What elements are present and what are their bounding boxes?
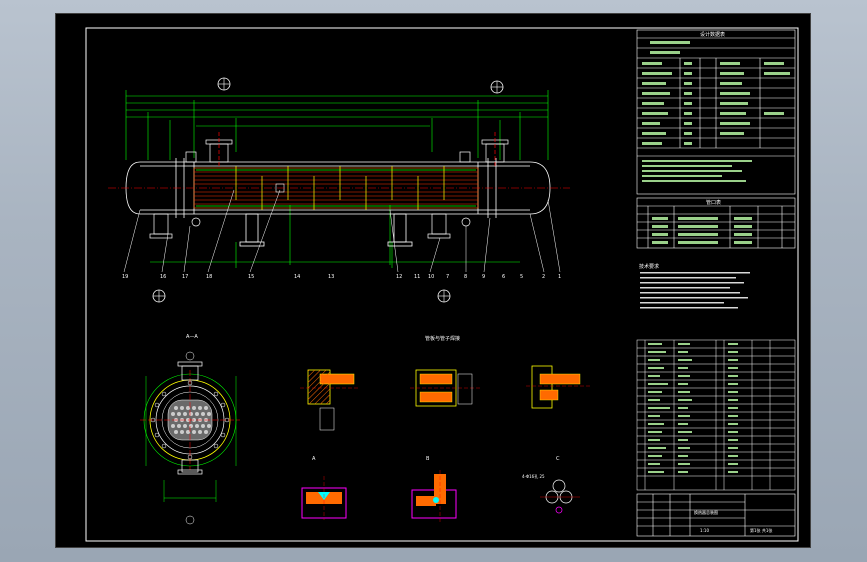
weld-detail-b [411, 470, 457, 522]
part-balloon: 5 [520, 274, 523, 280]
part-balloon: 6 [502, 274, 505, 280]
part-balloon: 9 [482, 274, 485, 280]
part-balloon: 15 [248, 274, 254, 280]
part-balloon: 2 [542, 274, 545, 280]
detail-joint-title: 管板与管子焊接 [425, 335, 460, 342]
part-balloon: 16 [160, 274, 166, 280]
bottom-nozzles [149, 213, 471, 239]
section-view: A—A [140, 334, 240, 525]
nozzle-table-cells [652, 217, 752, 244]
part-balloon: 11 [414, 274, 420, 280]
bottom-dimensions [150, 205, 520, 268]
weld-detail-a [301, 476, 347, 520]
detail-2 [410, 369, 480, 407]
section-markers [152, 77, 504, 303]
parts-list [636, 339, 796, 491]
detail-a-title: A [312, 456, 316, 462]
part-balloon: 17 [182, 274, 188, 280]
section-title: A—A [186, 334, 198, 340]
tech-notes-lines [640, 272, 750, 309]
tube-pitch-label: 4-Φ16孔 25 [522, 473, 545, 479]
tube-pitch-detail [540, 479, 580, 514]
tech-notes-title: 技术要求 [639, 263, 659, 270]
drawing-sheet: 第1张 共1张 [750, 527, 772, 533]
drawing-name: 换热器总装图 [694, 509, 718, 515]
detail-1 [300, 369, 360, 431]
nozzle-table-title: 管口表 [706, 199, 721, 206]
detail-c-title: C [556, 456, 560, 462]
vessel-elevation [108, 77, 570, 303]
part-balloon: 19 [122, 274, 128, 280]
part-balloon: 18 [206, 274, 212, 280]
saddle-supports [239, 213, 413, 247]
top-nozzles [185, 132, 509, 168]
cad-drawing-canvas: A—A 管板与管子焊接 A B C 4-Φ16孔 25 设计数据表 管口表 技术… [85, 27, 799, 542]
design-data-title: 设计数据表 [700, 31, 725, 38]
part-balloon: 7 [446, 274, 449, 280]
part-balloon: 14 [294, 274, 300, 280]
part-balloon: 12 [396, 274, 402, 280]
parts-list-cells [648, 343, 738, 473]
balloon-leaders [123, 189, 561, 273]
drawing-scale: 1:10 [700, 528, 709, 533]
part-balloon: 13 [328, 274, 334, 280]
part-balloon: 10 [428, 274, 434, 280]
part-balloon: 1 [558, 274, 561, 280]
detail-3 [526, 365, 590, 409]
part-balloon: 8 [464, 274, 467, 280]
top-dimensions [125, 90, 549, 160]
detail-b-title: B [426, 456, 430, 462]
detail-views: 管板与管子焊接 A B C 4-Φ16孔 25 [300, 335, 590, 522]
